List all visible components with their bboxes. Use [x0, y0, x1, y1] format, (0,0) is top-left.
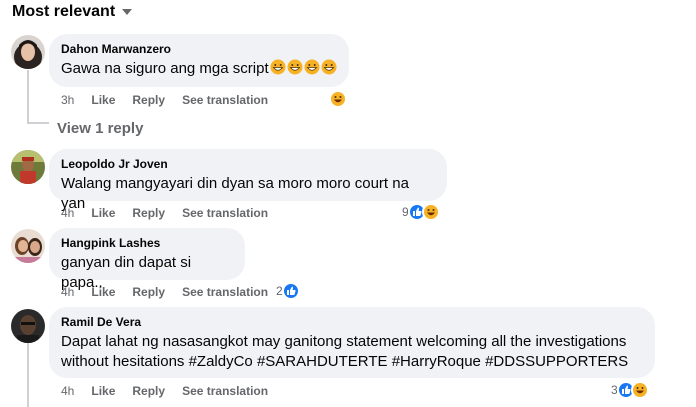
haha-reaction-icon	[630, 381, 649, 399]
see-translation-link[interactable]: See translation	[182, 206, 268, 220]
avatar[interactable]	[11, 309, 45, 343]
like-reaction-icon	[281, 282, 300, 300]
comment-bubble: Leopoldo Jr Joven Walang mangyayari din …	[49, 149, 447, 212]
comment-actions: 4h Like Reply See translation	[61, 285, 285, 299]
comment-actions: 4h Like Reply See translation	[61, 384, 285, 398]
caret-down-icon	[122, 9, 133, 15]
comment-text-line: Dapat lahat ng nasasangkot may ganitong …	[61, 333, 627, 350]
comment-bubble: Hangpink Lashes ganyan din dapat si papa…	[49, 228, 245, 291]
comment-actions: 3h Like Reply See translation	[61, 93, 285, 107]
like-button[interactable]: Like	[91, 384, 115, 398]
comment-time[interactable]: 4h	[61, 206, 74, 220]
comment-author[interactable]: Leopoldo Jr Joven	[61, 157, 435, 172]
reaction-summary[interactable]	[329, 90, 347, 108]
see-translation-link[interactable]: See translation	[182, 285, 268, 299]
comment-actions: 4h Like Reply See translation	[61, 206, 285, 220]
avatar[interactable]	[11, 150, 45, 184]
thread-line-continuation	[27, 343, 29, 407]
sort-comments-dropdown[interactable]: Most relevant	[12, 3, 133, 21]
comment-author[interactable]: Ramil De Vera	[61, 315, 643, 330]
comment-text: Gawa na siguro ang mga script	[61, 59, 337, 79]
comment-bubble: Ramil De Vera Dapat lahat ng nasasangkot…	[49, 307, 655, 378]
reaction-summary[interactable]: 3	[611, 381, 649, 399]
comment-time[interactable]: 4h	[61, 285, 74, 299]
comment-author[interactable]: Dahon Marwanzero	[61, 42, 337, 57]
see-translation-link[interactable]: See translation	[182, 93, 268, 107]
reaction-summary[interactable]: 2	[276, 282, 300, 300]
thread-line-vertical	[27, 70, 29, 124]
comment-text-line: without hesitations #ZaldyCo #SARAHDUTER…	[61, 353, 629, 370]
avatar[interactable]	[11, 35, 45, 69]
reply-button[interactable]: Reply	[132, 285, 165, 299]
grinning-emoji-icon	[269, 59, 337, 77]
reply-button[interactable]: Reply	[132, 206, 165, 220]
haha-reaction-icon	[329, 90, 347, 108]
sort-label: Most relevant	[12, 3, 116, 20]
reply-button[interactable]: Reply	[132, 93, 165, 107]
reaction-summary[interactable]: 9	[402, 203, 440, 221]
thread-line-horizontal	[27, 122, 49, 124]
haha-reaction-icon	[421, 203, 440, 221]
reply-button[interactable]: Reply	[132, 384, 165, 398]
comment-time[interactable]: 4h	[61, 384, 74, 398]
like-button[interactable]: Like	[91, 93, 115, 107]
like-button[interactable]: Like	[91, 206, 115, 220]
see-translation-link[interactable]: See translation	[182, 384, 268, 398]
comment-author[interactable]: Hangpink Lashes	[61, 236, 233, 251]
avatar[interactable]	[11, 229, 45, 263]
comment-time[interactable]: 3h	[61, 93, 74, 107]
view-replies-link[interactable]: View 1 reply	[57, 120, 143, 137]
like-button[interactable]: Like	[91, 285, 115, 299]
comment-bubble: Dahon Marwanzero Gawa na siguro ang mga …	[49, 34, 349, 87]
